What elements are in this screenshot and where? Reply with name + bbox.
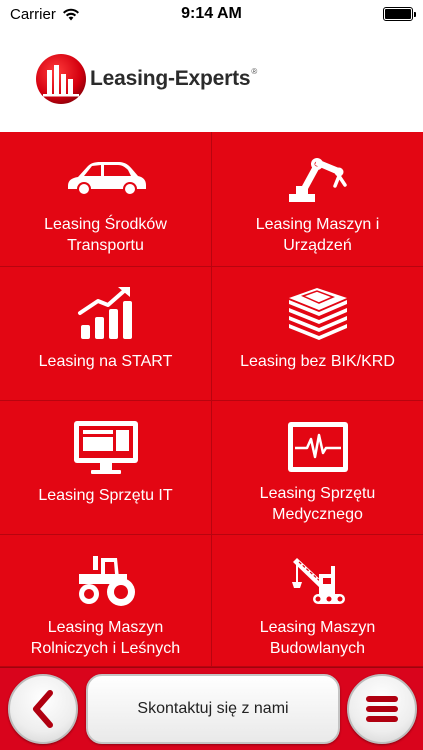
tile-label: Leasing na START (38, 353, 173, 370)
tile-leasing-start[interactable]: Leasing na START (0, 267, 212, 401)
ekg-monitor-icon (273, 415, 363, 479)
tile-label: Leasing Sprzętu Medycznego (259, 485, 376, 523)
tile-leasing-construction[interactable]: Leasing Maszyn Budowlanych (212, 535, 423, 667)
tile-label: Leasing Sprzętu IT (38, 487, 173, 504)
growth-chart-icon (61, 281, 151, 345)
carrier-label: Carrier (10, 5, 56, 23)
logo-registered-mark: ® (251, 66, 258, 76)
money-stack-icon (273, 281, 363, 345)
tractor-icon (61, 549, 151, 613)
menu-button[interactable] (347, 674, 417, 744)
tile-label: Leasing Maszyn i Urządzeń (255, 216, 380, 254)
status-left: Carrier (10, 6, 80, 23)
back-button[interactable] (8, 674, 78, 744)
logo-mark-icon (36, 54, 86, 104)
tile-label: Leasing Maszyn Budowlanych (259, 619, 376, 657)
tile-label: Leasing bez BIK/KRD (240, 353, 395, 370)
tile-leasing-machines[interactable]: Leasing Maszyn i Urządzeń (212, 132, 423, 267)
tile-leasing-no-bik[interactable]: Leasing bez BIK/KRD (212, 267, 423, 401)
contact-button[interactable]: Skontaktuj się z nami (86, 674, 340, 744)
hamburger-menu-icon (366, 696, 398, 722)
logo-text: Leasing-Experts (90, 67, 251, 90)
crane-icon (273, 549, 363, 613)
monitor-icon (61, 415, 151, 479)
tile-label: Leasing Środków Transportu (44, 216, 167, 254)
tile-leasing-transport[interactable]: Leasing Środków Transportu (0, 132, 212, 267)
tile-leasing-medical[interactable]: Leasing Sprzętu Medycznego (212, 401, 423, 535)
services-grid: Leasing Środków Transportu Leasing Maszy… (0, 132, 423, 667)
robot-arm-icon (273, 146, 363, 210)
wifi-icon (62, 8, 79, 20)
tile-leasing-it[interactable]: Leasing Sprzętu IT (0, 401, 212, 535)
battery-icon (383, 7, 416, 21)
brand-logo: Leasing-Experts ® (34, 52, 257, 106)
header: Leasing-Experts ® (0, 28, 423, 132)
chevron-left-icon (33, 690, 53, 728)
bottom-bar: Skontaktuj się z nami (0, 667, 423, 750)
tile-leasing-agri[interactable]: Leasing Maszyn Rolniczych i Leśnych (0, 535, 212, 667)
car-icon (61, 146, 151, 210)
tile-label: Leasing Maszyn Rolniczych i Leśnych (30, 619, 181, 657)
status-bar: Carrier 9:14 AM (0, 0, 423, 28)
